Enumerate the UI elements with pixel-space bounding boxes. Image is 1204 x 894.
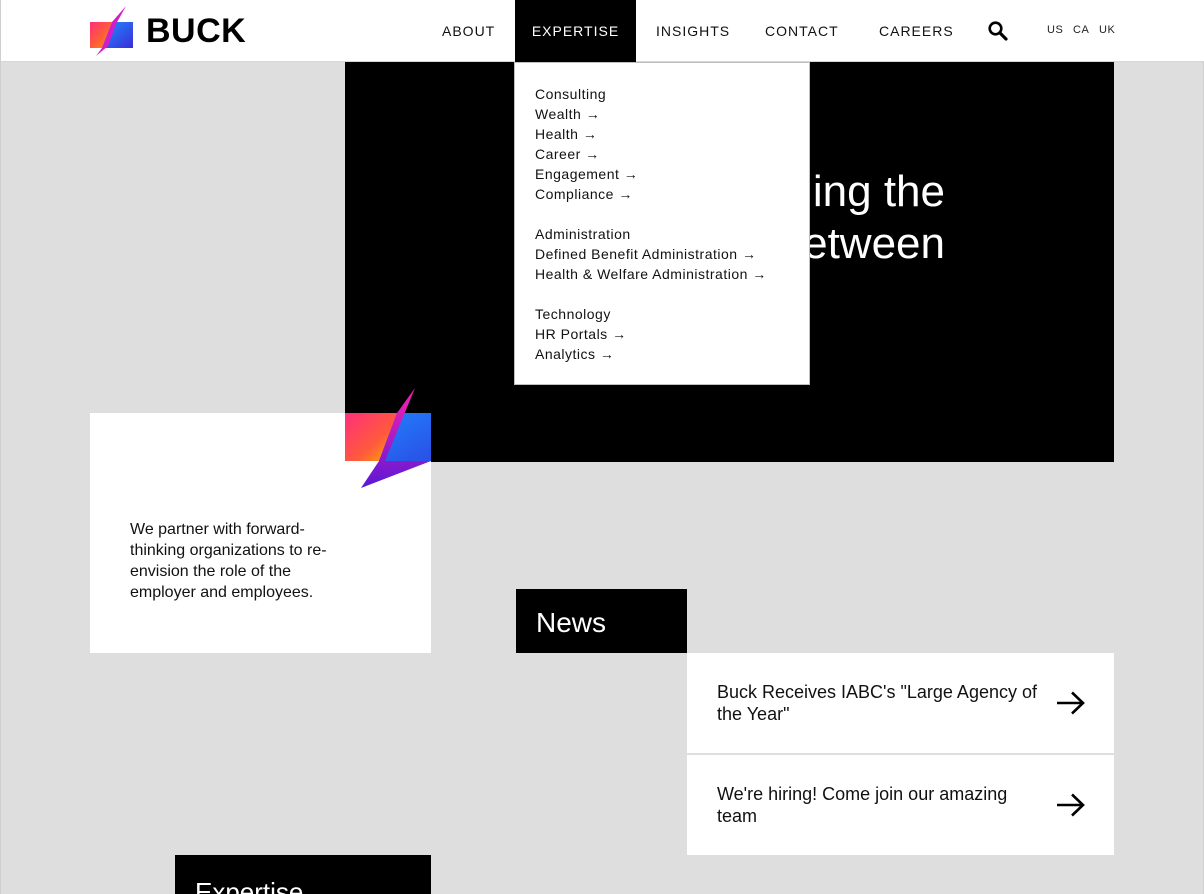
bolt-graphic-icon — [345, 388, 431, 488]
dropdown-item-compliance[interactable]: Compliance → — [535, 184, 809, 204]
nav-item-about[interactable]: ABOUT — [442, 0, 495, 62]
dropdown-group-technology: Technology HR Portals → Analytics → — [535, 304, 809, 364]
search-icon[interactable] — [987, 20, 1009, 42]
locale-ca[interactable]: CA — [1073, 24, 1089, 36]
dropdown-group-administration: Administration Defined Benefit Administr… — [535, 224, 809, 284]
dropdown-heading-consulting[interactable]: Consulting — [535, 84, 809, 104]
hero-line-1: ing the — [812, 167, 945, 216]
nav-label: EXPERTISE — [531, 23, 620, 39]
dropdown-item-career[interactable]: Career → — [535, 144, 809, 164]
dropdown-item-wealth[interactable]: Wealth → — [535, 104, 809, 124]
nav-label: INSIGHTS — [656, 23, 731, 39]
nav-label: CAREERS — [879, 23, 954, 39]
brand-wordmark: BUCK — [146, 12, 247, 50]
dropdown-item-health-welfare[interactable]: Health & Welfare Administration → — [535, 264, 809, 284]
expertise-dropdown: Consulting Wealth → Health → Career → En… — [514, 62, 810, 385]
hero-line-2: etween — [803, 219, 945, 268]
locale-us[interactable]: US — [1047, 24, 1063, 36]
arrow-right-icon[interactable] — [1056, 793, 1086, 817]
news-heading: News — [516, 589, 687, 653]
dropdown-item-analytics[interactable]: Analytics → — [535, 344, 809, 364]
intro-text: We partner with forward-thinking organiz… — [130, 521, 327, 601]
nav-label: ABOUT — [442, 23, 496, 39]
news-item[interactable]: Buck Receives IABC's "Large Agency of th… — [687, 653, 1114, 753]
nav-label: CONTACT — [765, 23, 839, 39]
nav-item-contact[interactable]: CONTACT — [765, 0, 839, 62]
locale-uk[interactable]: UK — [1099, 24, 1115, 36]
news-item[interactable]: We're hiring! Come join our amazing team — [687, 755, 1114, 855]
dropdown-item-defined-benefit[interactable]: Defined Benefit Administration → — [535, 244, 809, 264]
bolt-logo-icon — [90, 6, 133, 56]
nav-item-careers[interactable]: CAREERS — [879, 0, 954, 62]
news-item-title: We're hiring! Come join our amazing team — [717, 784, 1008, 826]
dropdown-heading-technology[interactable]: Technology — [535, 304, 809, 324]
dropdown-group-consulting: Consulting Wealth → Health → Career → En… — [535, 84, 809, 204]
nav-item-insights[interactable]: INSIGHTS — [656, 0, 730, 62]
news-item-title: Buck Receives IABC's "Large Agency of th… — [717, 682, 1037, 724]
dropdown-item-hr-portals[interactable]: HR Portals → — [535, 324, 809, 344]
dropdown-item-health[interactable]: Health → — [535, 124, 809, 144]
dropdown-item-engagement[interactable]: Engagement → — [535, 164, 809, 184]
brand-logo[interactable]: BUCK — [90, 6, 246, 56]
nav-item-expertise[interactable]: EXPERTISE — [515, 0, 636, 62]
dropdown-heading-administration[interactable]: Administration — [535, 224, 809, 244]
site-header: BUCK ABOUT EXPERTISE INSIGHTS CONTACT CA… — [1, 0, 1204, 62]
arrow-right-icon[interactable] — [1056, 691, 1086, 715]
expertise-heading: Expertise — [175, 855, 431, 894]
page: BUCK ABOUT EXPERTISE INSIGHTS CONTACT CA… — [0, 0, 1204, 894]
